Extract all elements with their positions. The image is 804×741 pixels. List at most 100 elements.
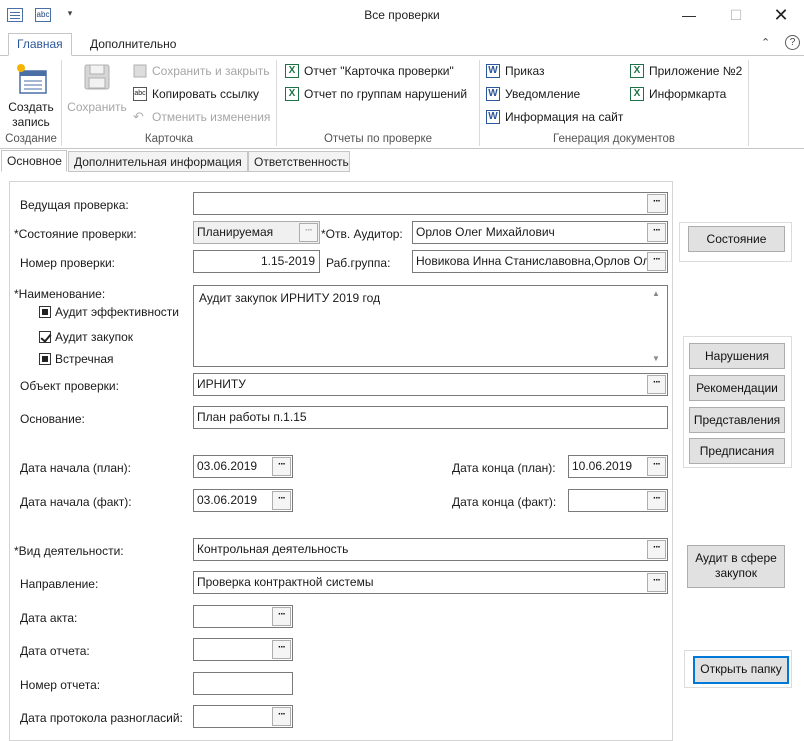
end-fact-calendar-button[interactable]: ··· [647,491,666,510]
procurement-audit-button[interactable]: Аудит в сфере закупок [687,545,785,588]
basis-label: Основание: [20,412,85,426]
violation-report-label: Отчет по группам нарушений [304,87,468,101]
direction-value: Проверка контрактной системы [197,575,374,589]
start-plan-label: Дата начала (план): [20,461,132,475]
report-number-field[interactable] [193,672,293,695]
help-icon[interactable]: ? [785,35,800,50]
recommendations-button[interactable]: Рекомендации [689,375,785,401]
tab-responsibility[interactable]: Ответственность [248,151,350,172]
object-lookup-button[interactable]: ··· [647,375,666,394]
start-fact-value: 03.06.2019 [197,493,258,507]
counter-check-checkbox[interactable] [39,353,51,365]
excel-icon: X [285,87,299,101]
lead-check-field[interactable]: ··· [193,192,668,215]
tab-additional[interactable]: Дополнительно [82,34,184,57]
excel-icon: X [285,64,299,78]
tab-additional-info[interactable]: Дополнительная информация [68,151,248,172]
end-plan-value: 10.06.2019 [572,459,633,473]
create-label-1: Создать [8,100,54,114]
report-date-calendar-button[interactable]: ··· [272,640,291,659]
direction-field[interactable]: Проверка контрактной системы ··· [193,571,668,594]
object-value: ИРНИТУ [197,377,246,391]
tab-main-info[interactable]: Основное [1,150,67,172]
state-button[interactable]: Состояние [688,226,785,252]
violations-button[interactable]: Нарушения [689,343,785,369]
create-label-2: запись [12,115,50,129]
auditor-lookup-button[interactable]: ··· [647,223,666,242]
word-icon: W [486,110,500,124]
report-number-label: Номер отчета: [20,678,101,692]
direction-label: Направление: [20,577,99,591]
start-plan-calendar-button[interactable]: ··· [272,457,291,476]
main-form: Ведущая проверка: ··· *Состояние проверк… [9,181,673,741]
auditor-label: *Отв. Аудитор: [321,227,403,241]
copy-link-label: Копировать ссылку [152,87,259,101]
procurement-audit-line2: закупок [715,566,757,580]
basis-field[interactable]: План работы п.1.15 [193,406,668,429]
report-date-field[interactable]: ··· [193,638,293,661]
representations-button[interactable]: Представления [689,407,785,433]
group-separator [748,60,749,146]
activity-lookup-button[interactable]: ··· [647,540,666,559]
prescriptions-button[interactable]: Предписания [689,438,785,464]
end-plan-calendar-button[interactable]: ··· [647,457,666,476]
report-date-label: Дата отчета: [20,644,90,658]
group-label-create: Создание [5,133,57,145]
save-icon [84,64,110,90]
ribbon-tab-bar: Главная Дополнительно ⌃ ? [0,30,804,56]
procurement-audit-label: Аудит закупок [55,330,133,344]
infocard-label: Информкарта [649,87,727,101]
related-docs-panel: Нарушения Рекомендации Представления Пре… [683,336,792,468]
object-field[interactable]: ИРНИТУ ··· [193,373,668,396]
direction-lookup-button[interactable]: ··· [647,573,666,592]
create-record-button[interactable]: Создать запись [4,62,58,130]
group-label-card: Карточка [144,133,194,145]
new-record-icon [17,64,47,94]
title-bar: abc ▾ Все проверки — ☐ ✕ [0,0,804,30]
open-folder-button[interactable]: Открыть папку [693,656,789,684]
act-date-field[interactable]: ··· [193,605,293,628]
excel-icon: X [630,64,644,78]
word-icon: W [486,87,500,101]
number-field[interactable]: 1.15-2019 [193,250,320,273]
start-fact-calendar-button[interactable]: ··· [272,491,291,510]
save-button[interactable]: Сохранить [66,62,128,115]
end-fact-field[interactable]: ··· [568,489,668,512]
act-date-calendar-button[interactable]: ··· [272,607,291,626]
workgroup-field[interactable]: Новикова Инна Станиславовна,Орлов Ол ··· [412,250,668,273]
state-value: Планируемая [197,225,274,239]
card-report-label: Отчет "Карточка проверки" [304,64,454,78]
scroll-up-icon[interactable]: ▲ [650,289,662,299]
workgroup-value: Новикова Инна Станиславовна,Орлов Ол [416,254,650,268]
procurement-audit-checkbox[interactable] [39,331,51,343]
auditor-value: Орлов Олег Михайлович [416,225,555,239]
end-plan-label: Дата конца (план): [452,461,556,475]
lead-check-lookup-button[interactable]: ··· [647,194,666,213]
scroll-down-icon[interactable]: ▼ [650,354,662,364]
minimize-button[interactable]: — [669,4,709,26]
name-textarea[interactable]: Аудит закупок ИРНИТУ 2019 год ▲ ▼ [193,285,668,367]
workgroup-lookup-button[interactable]: ··· [647,252,666,271]
maximize-button[interactable]: ☐ [716,4,756,26]
state-lookup-button: ··· [299,223,318,242]
collapse-ribbon-icon[interactable]: ⌃ [761,36,770,49]
group-label-reports: Отчеты по проверке [323,133,433,145]
close-button[interactable]: ✕ [761,4,801,26]
name-label: *Наименование: [14,287,106,301]
start-plan-field[interactable]: 03.06.2019 ··· [193,455,293,478]
ribbon: Создать запись Создание Сохранить Сохран… [0,56,804,149]
end-plan-field[interactable]: 10.06.2019 ··· [568,455,668,478]
undo-label: Отменить изменения [152,110,271,124]
protocol-date-field[interactable]: ··· [193,705,293,728]
protocol-date-calendar-button[interactable]: ··· [272,707,291,726]
number-label: Номер проверки: [20,256,115,270]
undo-icon: ↶ [133,109,144,124]
auditor-field[interactable]: Орлов Олег Михайлович ··· [412,221,668,244]
activity-field[interactable]: Контрольная деятельность ··· [193,538,668,561]
efficiency-audit-checkbox[interactable] [39,306,51,318]
start-fact-field[interactable]: 03.06.2019 ··· [193,489,293,512]
state-field[interactable]: Планируемая ··· [193,221,320,244]
save-close-icon [133,64,147,78]
tab-main[interactable]: Главная [8,33,72,56]
end-fact-label: Дата конца (факт): [452,495,557,509]
